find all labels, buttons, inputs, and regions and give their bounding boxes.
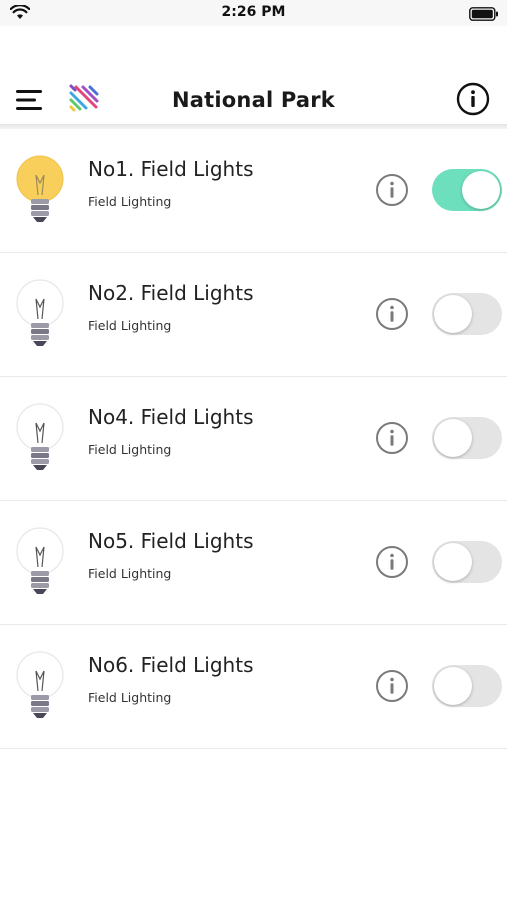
list-item-light-1[interactable]: No1. Field Lights Field Lighting [0,129,507,253]
light-bulb-on-icon [16,155,64,222]
battery-icon [469,7,498,21]
light-title: No1. Field Lights [88,157,254,181]
info-icon[interactable] [375,297,409,331]
light-bulb-off-icon [16,279,64,346]
toggle-knob [434,667,472,705]
light-subtitle: Field Lighting [88,690,172,705]
status-time: 2:26 PM [221,4,286,20]
light-toggle[interactable] [432,541,502,583]
toggle-knob [434,543,472,581]
light-toggle[interactable] [432,417,502,459]
light-subtitle: Field Lighting [88,442,172,457]
light-bulb-off-icon [16,527,64,594]
status-bar: 2:26 PM [0,0,507,26]
list-item-light-5[interactable]: No5. Field Lights Field Lighting [0,501,507,625]
info-icon[interactable] [456,82,490,116]
light-title: No2. Field Lights [88,281,254,305]
light-subtitle: Field Lighting [88,194,172,209]
info-icon[interactable] [375,421,409,455]
toggle-knob [434,295,472,333]
list-item-light-6[interactable]: No6. Field Lights Field Lighting [0,625,507,749]
light-subtitle: Field Lighting [88,566,172,581]
light-bulb-off-icon [16,651,64,718]
list-item-light-4[interactable]: No4. Field Lights Field Lighting [0,377,507,501]
toggle-knob [434,419,472,457]
light-title: No5. Field Lights [88,529,254,553]
lights-list: No1. Field Lights Field Lighting No2. Fi… [0,129,507,749]
nav-bar: National Park [0,76,507,126]
page-title: National Park [172,88,335,112]
light-title: No4. Field Lights [88,405,254,429]
info-icon[interactable] [375,173,409,207]
light-toggle[interactable] [432,665,502,707]
list-item-light-2[interactable]: No2. Field Lights Field Lighting [0,253,507,377]
toggle-knob [462,171,500,209]
light-title: No6. Field Lights [88,653,254,677]
light-toggle[interactable] [432,293,502,335]
light-toggle[interactable] [432,169,502,211]
info-icon[interactable] [375,545,409,579]
info-icon[interactable] [375,669,409,703]
light-bulb-off-icon [16,403,64,470]
light-subtitle: Field Lighting [88,318,172,333]
